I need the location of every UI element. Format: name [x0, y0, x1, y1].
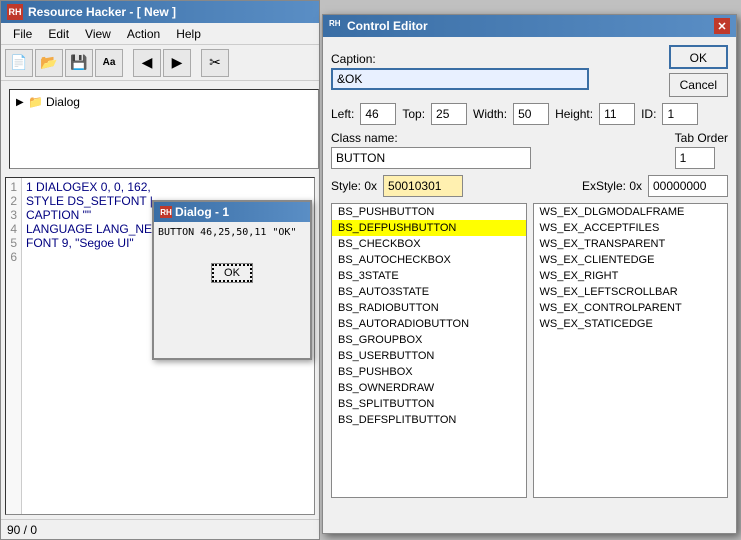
style-list-item[interactable]: BS_PUSHBOX: [332, 364, 526, 380]
main-title-bar: RH Resource Hacker - [ New ]: [1, 1, 319, 23]
top-input[interactable]: [431, 103, 467, 125]
style-list[interactable]: BS_PUSHBUTTONBS_DEFPUSHBUTTONBS_CHECKBOX…: [331, 203, 527, 498]
top-label: Top:: [402, 107, 425, 121]
line-num-5: 5: [10, 236, 17, 250]
style-row: Style: 0x ExStyle: 0x: [331, 175, 728, 197]
taborder-input[interactable]: [675, 147, 715, 169]
classname-label: Class name:: [331, 131, 657, 145]
style-list-item[interactable]: BS_SPLITBUTTON: [332, 396, 526, 412]
tree-item-label: Dialog: [46, 95, 80, 109]
dialog-preview-area: OK: [154, 243, 310, 303]
style-label: Style: 0x: [331, 179, 377, 193]
style-list-item[interactable]: BS_DEFPUSHBUTTON: [332, 220, 526, 236]
tree-item-dialog[interactable]: ▶ 📁 Dialog: [14, 94, 314, 110]
tree-arrow-icon: ▶: [16, 97, 28, 108]
style-list-item[interactable]: BS_AUTO3STATE: [332, 284, 526, 300]
line-num-4: 4: [10, 222, 17, 236]
main-app-icon: RH: [7, 4, 23, 20]
dialog-preview-title: RH Dialog - 1: [154, 202, 310, 222]
ce-btn-group: OK Cancel: [669, 45, 728, 97]
toolbar-open-btn[interactable]: 📂: [35, 49, 63, 77]
exstyle-list-item[interactable]: WS_EX_LEFTSCROLLBAR: [534, 284, 728, 300]
ce-rh-icon: RH: [329, 19, 343, 33]
style-list-item[interactable]: BS_AUTORADIOBUTTON: [332, 316, 526, 332]
toolbar-forward-btn[interactable]: ▶: [163, 49, 191, 77]
id-label: ID:: [641, 107, 656, 121]
line-num-1: 1: [10, 180, 17, 194]
menu-view[interactable]: View: [77, 23, 119, 44]
toolbar-new-btn[interactable]: 📄: [5, 49, 33, 77]
left-input[interactable]: [360, 103, 396, 125]
line-numbers: 1 2 3 4 5 6: [6, 178, 22, 514]
ce-close-button[interactable]: ✕: [714, 18, 730, 34]
height-label: Height:: [555, 107, 593, 121]
folder-icon: 📁: [28, 95, 43, 109]
exstyle-input[interactable]: [648, 175, 728, 197]
dialog-preview-title-text: Dialog - 1: [175, 205, 229, 219]
exstyle-list-item[interactable]: WS_EX_CONTROLPARENT: [534, 300, 728, 316]
exstyle-list[interactable]: WS_EX_DLGMODALFRAMEWS_EX_ACCEPTFILESWS_E…: [533, 203, 729, 498]
dialog-ok-button[interactable]: OK: [211, 263, 253, 283]
ce-title-text: Control Editor: [347, 19, 428, 33]
toolbar-save-btn[interactable]: 💾: [65, 49, 93, 77]
lists-container: BS_PUSHBUTTONBS_DEFPUSHBUTTONBS_CHECKBOX…: [331, 203, 728, 525]
exstyle-list-item[interactable]: WS_EX_DLGMODALFRAME: [534, 204, 728, 220]
style-list-item[interactable]: BS_RADIOBUTTON: [332, 300, 526, 316]
caption-label: Caption:: [331, 52, 663, 66]
menu-help[interactable]: Help: [168, 23, 209, 44]
toolbar-textmode-btn[interactable]: Aa: [95, 49, 123, 77]
line-num-6: 6: [10, 250, 17, 264]
toolbar: 📄 📂 💾 Aa ◀ ▶ ✂: [1, 45, 319, 81]
dialog-code-line: BUTTON 46,25,50,11 "OK": [158, 226, 306, 239]
exstyle-list-item[interactable]: WS_EX_CLIENTEDGE: [534, 252, 728, 268]
menu-bar: File Edit View Action Help: [1, 23, 319, 45]
width-label: Width:: [473, 107, 507, 121]
control-editor-dialog: RH Control Editor ✕ Caption: OK Cancel L…: [322, 14, 737, 534]
dialog-content: BUTTON 46,25,50,11 "OK": [154, 222, 310, 243]
caption-input[interactable]: [331, 68, 589, 90]
dimensions-row: Left: Top: Width: Height: ID:: [331, 103, 728, 125]
status-text: 90 / 0: [7, 523, 37, 537]
exstyle-list-item[interactable]: WS_EX_STATICEDGE: [534, 316, 728, 332]
style-list-item[interactable]: BS_GROUPBOX: [332, 332, 526, 348]
ce-title-bar: RH Control Editor ✕: [323, 15, 736, 37]
style-list-item[interactable]: BS_PUSHBUTTON: [332, 204, 526, 220]
dialog-preview-window: RH Dialog - 1 BUTTON 46,25,50,11 "OK" OK: [152, 200, 312, 360]
style-list-item[interactable]: BS_CHECKBOX: [332, 236, 526, 252]
style-list-item[interactable]: BS_OWNERDRAW: [332, 380, 526, 396]
id-input[interactable]: [662, 103, 698, 125]
style-list-item[interactable]: BS_DEFSPLITBUTTON: [332, 412, 526, 428]
caption-row: Caption: OK Cancel: [331, 45, 728, 97]
height-input[interactable]: [599, 103, 635, 125]
width-input[interactable]: [513, 103, 549, 125]
ce-cancel-button[interactable]: Cancel: [669, 73, 728, 97]
exstyle-list-item[interactable]: WS_EX_ACCEPTFILES: [534, 220, 728, 236]
ce-title-left: RH Control Editor: [329, 19, 428, 33]
exstyle-label: ExStyle: 0x: [582, 179, 642, 193]
left-label: Left:: [331, 107, 354, 121]
status-bar: 90 / 0: [1, 519, 319, 539]
classname-row: Class name: Tab Order: [331, 131, 728, 169]
style-input[interactable]: [383, 175, 463, 197]
toolbar-back-btn[interactable]: ◀: [133, 49, 161, 77]
tree-panel: ▶ 📁 Dialog: [9, 89, 319, 169]
classname-input[interactable]: [331, 147, 531, 169]
toolbar-scissors-btn[interactable]: ✂: [201, 49, 229, 77]
exstyle-list-item[interactable]: WS_EX_RIGHT: [534, 268, 728, 284]
style-list-item[interactable]: BS_AUTOCHECKBOX: [332, 252, 526, 268]
main-title: Resource Hacker - [ New ]: [28, 5, 176, 19]
line-num-2: 2: [10, 194, 17, 208]
menu-edit[interactable]: Edit: [40, 23, 77, 44]
ce-body: Caption: OK Cancel Left: Top: Width: Hei…: [323, 37, 736, 533]
dialog-rh-icon: RH: [160, 206, 172, 218]
style-list-item[interactable]: BS_USERBUTTON: [332, 348, 526, 364]
menu-file[interactable]: File: [5, 23, 40, 44]
style-list-item[interactable]: BS_3STATE: [332, 268, 526, 284]
taborder-label: Tab Order: [675, 131, 728, 145]
line-num-3: 3: [10, 208, 17, 222]
ce-ok-button[interactable]: OK: [669, 45, 728, 69]
menu-action[interactable]: Action: [119, 23, 168, 44]
exstyle-list-item[interactable]: WS_EX_TRANSPARENT: [534, 236, 728, 252]
